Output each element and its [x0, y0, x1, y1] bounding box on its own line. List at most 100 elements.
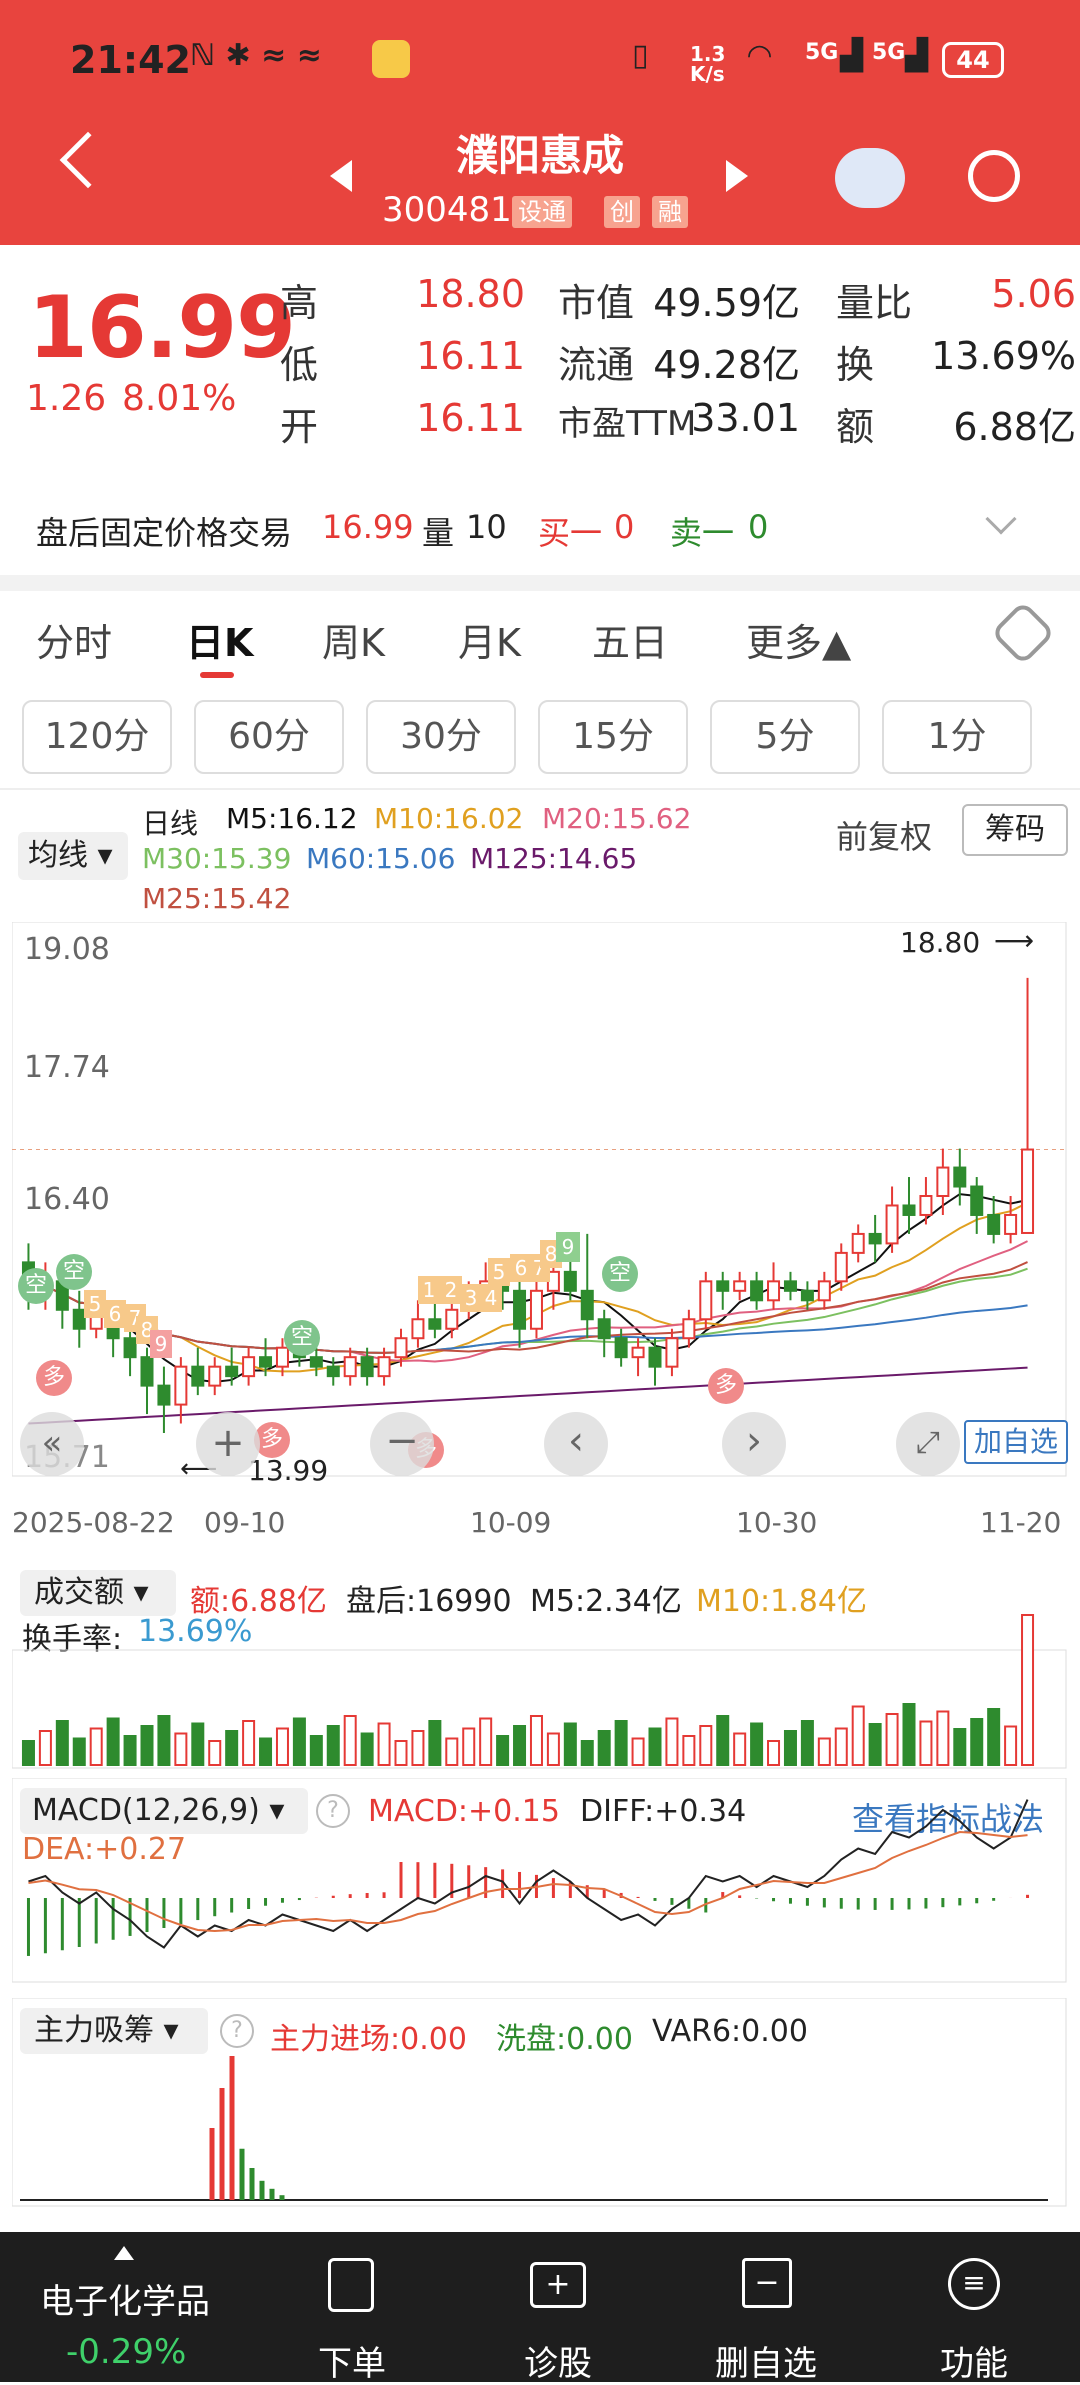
ma-selector[interactable]: 均线 ▾	[18, 832, 128, 880]
net-speed: 1.3 K/s	[690, 42, 726, 86]
x-tick-4: 10-30	[736, 1506, 818, 1539]
candle-body	[428, 1318, 442, 1330]
volume-bar	[462, 1727, 476, 1766]
count-badge: 5	[84, 1290, 106, 1318]
signal-empty-icon: 空	[56, 1254, 92, 1290]
macd-chart	[12, 1778, 1067, 1983]
next-stock-icon[interactable]	[726, 160, 748, 192]
candle-body	[682, 1318, 696, 1340]
low-marker: 13.99	[248, 1454, 329, 1487]
function-button[interactable]: 功能	[894, 2336, 1054, 2385]
scroll-left-icon[interactable]: ‹	[544, 1412, 608, 1476]
period-60m[interactable]: 60分	[194, 700, 344, 774]
count-badge: 5	[488, 1258, 510, 1286]
tab-intraday[interactable]: 分时	[36, 612, 112, 667]
candle-body	[987, 1213, 1001, 1235]
candle-body	[309, 1356, 323, 1368]
price-change-pct: 8.01%	[122, 378, 237, 419]
add-watchlist-button[interactable]: 加自选	[964, 1420, 1068, 1464]
candle-body	[767, 1280, 781, 1302]
buy1-value: 0	[614, 508, 635, 546]
fullscreen-icon[interactable]: ⤢	[896, 1412, 960, 1476]
high-arrow-icon: ⟶	[994, 924, 1035, 957]
x-tick-3: 10-09	[470, 1506, 552, 1539]
scroll-right-icon[interactable]: ›	[722, 1412, 786, 1476]
turnover-value: 13.69%	[931, 334, 1076, 378]
volume-bar	[72, 1737, 86, 1766]
volume-bar	[292, 1717, 306, 1766]
expand-icon[interactable]	[985, 503, 1017, 535]
volume-bar	[834, 1727, 848, 1766]
volume-bar	[733, 1732, 747, 1766]
kline-chart[interactable]	[12, 922, 1068, 1482]
tab-monthly-k[interactable]: 月K	[458, 612, 521, 667]
candle-body	[208, 1365, 222, 1387]
candle-body	[970, 1185, 984, 1216]
zoom-in-icon[interactable]: +	[196, 1412, 260, 1476]
tab-five-day[interactable]: 五日	[592, 612, 668, 667]
diagnose-button[interactable]: 诊股	[478, 2336, 638, 2385]
volume-bar	[140, 1725, 154, 1766]
candle-body	[597, 1318, 611, 1340]
open-value: 16.11	[416, 396, 525, 440]
volume-bar	[750, 1722, 764, 1766]
candle-body	[851, 1232, 865, 1254]
tab-weekly-k[interactable]: 周K	[322, 612, 385, 667]
x-tick-start: 2025-08-22	[12, 1506, 175, 1539]
candle-body	[648, 1346, 662, 1368]
volume-bar	[682, 1735, 696, 1766]
x-tick-2: 09-10	[204, 1506, 286, 1539]
mcap-value: 49.59亿	[653, 281, 800, 325]
chips-button[interactable]: 筹码	[962, 804, 1068, 856]
settings-icon[interactable]	[990, 600, 1056, 666]
candle-body	[919, 1195, 933, 1216]
count-badge: 4	[480, 1284, 502, 1312]
period-5m[interactable]: 5分	[710, 700, 860, 774]
period-15m[interactable]: 15分	[538, 700, 688, 774]
ma-m30: M30:15.39	[142, 842, 292, 875]
diff-line	[28, 1799, 1029, 1949]
volume-bar	[309, 1735, 323, 1766]
period-120m[interactable]: 120分	[22, 700, 172, 774]
volume-bar	[563, 1722, 577, 1766]
section-divider	[0, 575, 1080, 591]
count-badge: 1	[418, 1276, 440, 1304]
candle-body	[123, 1337, 137, 1359]
order-button[interactable]: 下单	[272, 2336, 432, 2385]
zoom-out-icon[interactable]: −	[370, 1412, 434, 1476]
search-icon[interactable]	[968, 150, 1020, 202]
ma-m25: M25:15.42	[142, 882, 292, 915]
candle-body	[716, 1280, 730, 1292]
period-30m[interactable]: 30分	[366, 700, 516, 774]
y-tick-3: 16.40	[24, 1182, 110, 1217]
volume-bar	[987, 1708, 1001, 1766]
stock-name: 濮阳惠成	[455, 131, 624, 180]
tab-daily-k[interactable]: 日K	[186, 612, 253, 667]
low-label: 低	[280, 343, 319, 387]
count-badge: 3	[460, 1284, 482, 1312]
candle-body	[800, 1289, 814, 1302]
robot-assistant-icon[interactable]	[835, 148, 905, 208]
rewind-icon[interactable]: «	[20, 1412, 84, 1476]
candle-body	[360, 1356, 374, 1378]
pe-label: 市盈TTM	[558, 404, 697, 444]
candle-body	[563, 1270, 577, 1292]
high-label: 高	[280, 281, 319, 325]
volume-bar	[208, 1740, 222, 1766]
volume-bar	[479, 1717, 493, 1766]
x-tick-end: 11-20	[980, 1506, 1062, 1539]
vibrate-icon: ▯	[632, 38, 649, 73]
tab-more[interactable]: 更多▲	[746, 612, 851, 667]
adjust-mode[interactable]: 前复权	[836, 812, 932, 858]
remove-watchlist-button[interactable]: 删自选	[686, 2336, 846, 2385]
candle-body	[953, 1166, 967, 1188]
sector-name[interactable]: 电子化学品	[40, 2274, 210, 2323]
order-icon	[328, 2258, 374, 2312]
volume-bar	[259, 1737, 273, 1766]
period-1m[interactable]: 1分	[882, 700, 1032, 774]
high-value: 18.80	[416, 272, 525, 316]
prev-stock-icon[interactable]	[330, 160, 352, 192]
signal-2-icon: ▟	[905, 38, 929, 73]
volume-bar	[817, 1737, 831, 1766]
after-hours-vol: 10	[466, 508, 507, 546]
